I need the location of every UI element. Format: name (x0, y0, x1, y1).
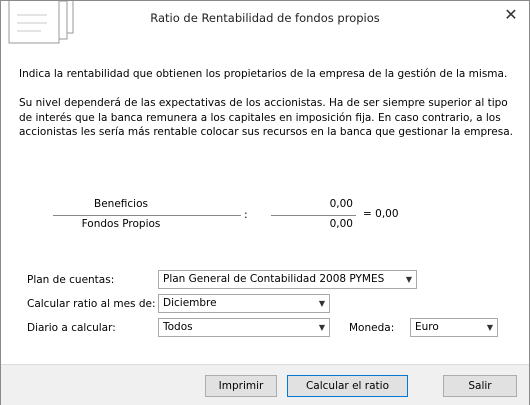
left-fraction-line (53, 215, 241, 216)
button-bar: Imprimir Calcular el ratio Salir (1, 364, 529, 405)
numerator-label: Beneficios (94, 198, 148, 210)
denominator-value: 0,00 (329, 218, 353, 230)
plan-select-value: Plan General de Contabilidad 2008 PYMES (163, 273, 385, 285)
currency-select[interactable]: Euro ▼ (410, 318, 498, 337)
month-select[interactable]: Diciembre ▼ (158, 294, 330, 313)
result-value: = 0,00 (363, 208, 399, 220)
journal-select[interactable]: Todos ▼ (158, 318, 330, 337)
colon-symbol: : (244, 208, 248, 221)
denominator-label: Fondos Propios (81, 218, 161, 230)
currency-label: Moneda: (349, 322, 395, 334)
chevron-down-icon: ▼ (486, 323, 493, 332)
dialog-window: Ratio de Rentabilidad de fondos propios … (0, 0, 530, 405)
currency-select-value: Euro (415, 321, 439, 333)
plan-label: Plan de cuentas: (27, 274, 115, 286)
chevron-down-icon: ▼ (318, 299, 325, 308)
journal-select-value: Todos (163, 321, 193, 333)
chevron-down-icon: ▼ (318, 323, 325, 332)
window-title: Ratio de Rentabilidad de fondos propios (150, 11, 380, 25)
print-button[interactable]: Imprimir (205, 375, 277, 397)
close-icon[interactable]: ✕ (499, 5, 523, 25)
ratio-formula: Beneficios Fondos Propios : 0,00 0,00 = … (1, 196, 529, 241)
description-line-1: Indica la rentabilidad que obtienen los … (19, 68, 508, 80)
month-select-value: Diciembre (163, 297, 217, 309)
journal-label: Diario a calcular: (27, 322, 116, 334)
right-fraction-line (271, 215, 356, 216)
chevron-down-icon: ▼ (405, 275, 412, 284)
calculate-button[interactable]: Calcular el ratio (287, 375, 408, 397)
exit-button[interactable]: Salir (443, 375, 517, 397)
description-line-2: Su nivel dependerá de las expectativas d… (19, 97, 513, 138)
numerator-value: 0,00 (329, 198, 353, 210)
month-label: Calcular ratio al mes de: (27, 298, 156, 310)
plan-select[interactable]: Plan General de Contabilidad 2008 PYMES … (158, 270, 417, 289)
